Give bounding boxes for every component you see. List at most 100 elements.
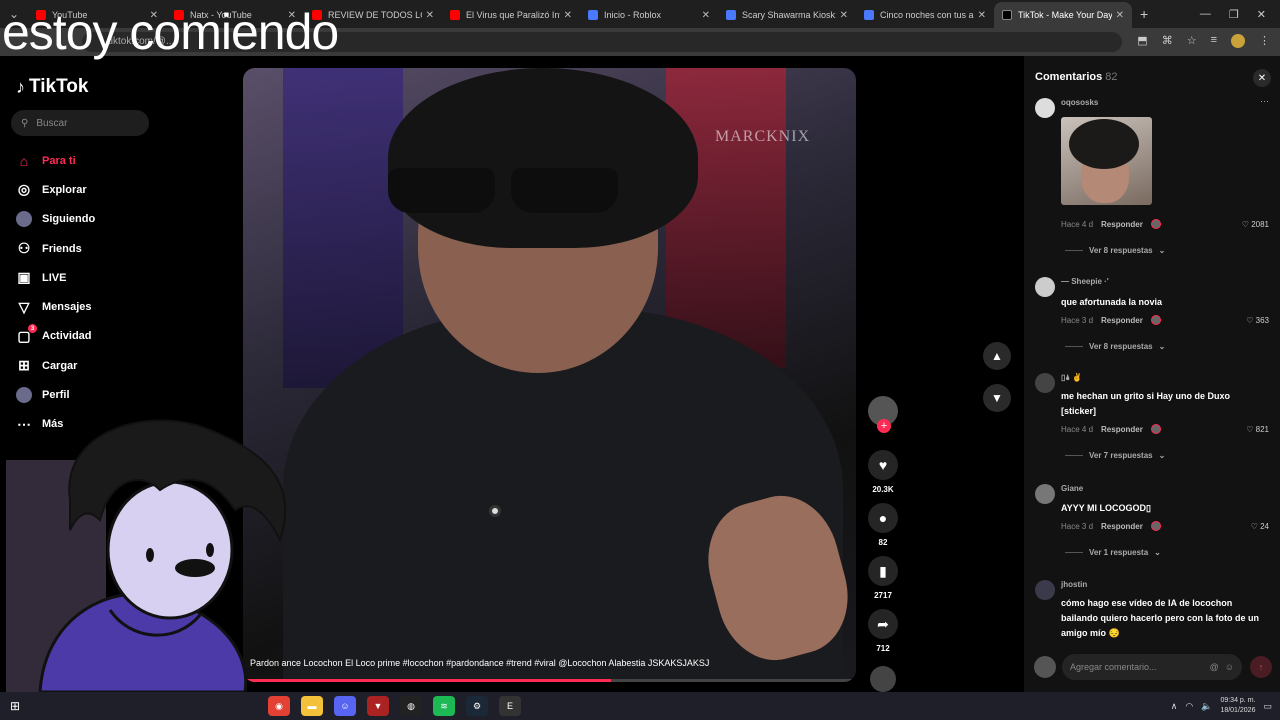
comment-input[interactable]: Agregar comentario... @ ☺ (1062, 654, 1242, 680)
sidebar-item-live[interactable]: ▣ LIVE (16, 263, 95, 292)
reply-button[interactable]: Responder (1101, 425, 1143, 434)
comment-icon: ● (878, 510, 888, 526)
video-progress-bar[interactable] (243, 679, 856, 682)
follow-plus-icon[interactable]: + (877, 419, 891, 433)
steam-icon[interactable]: ⚙ (466, 696, 488, 716)
comment-avatar[interactable] (1035, 580, 1055, 600)
browser-tab-6[interactable]: Cinco noches con tus am ✕ (856, 2, 994, 28)
reply-button[interactable]: Responder (1101, 316, 1143, 325)
epic-games-icon[interactable]: E (499, 696, 521, 716)
tiktok-note-icon: ♪ (16, 76, 25, 97)
comment-like-count: 2081 (1251, 219, 1269, 229)
spotify-icon[interactable]: ≋ (433, 696, 455, 716)
sidebar-item-perfil[interactable]: Perfil (16, 380, 95, 409)
comment-like-button[interactable]: ♡ 821 (1246, 425, 1269, 434)
app-icon[interactable]: ▼ (367, 696, 389, 716)
file-explorer-icon[interactable]: ▬ (301, 696, 323, 716)
send-comment-button[interactable]: ↑ (1250, 656, 1272, 678)
comment-username[interactable]: Giane (1061, 484, 1083, 493)
profile-avatar[interactable] (1231, 34, 1245, 48)
close-window-icon[interactable]: ✕ (1257, 8, 1266, 21)
previous-video-button[interactable]: ▲ (983, 342, 1011, 370)
reply-button[interactable]: Responder (1101, 220, 1143, 229)
comment-username[interactable]: oqososks (1061, 98, 1098, 107)
save-button[interactable]: ▮ (868, 556, 898, 586)
minimize-icon[interactable]: — (1200, 8, 1211, 21)
comment-time: Hace 3 d (1061, 521, 1094, 531)
video-player[interactable]: MARCKNIX Pardon ance Locochon El Loco pr… (243, 68, 856, 682)
emoji-icon[interactable]: ☺ (1225, 662, 1234, 672)
view-replies-button[interactable]: Ver 7 respuestas ⌄ (1065, 451, 1165, 460)
close-tab-icon[interactable]: ✕ (426, 10, 434, 21)
browser-tab-4[interactable]: Inicio - Roblox ✕ (580, 2, 718, 28)
maximize-icon[interactable]: ❐ (1229, 8, 1239, 21)
creator-reaction-avatar (1150, 219, 1161, 229)
mention-icon[interactable]: @ (1210, 662, 1219, 672)
menu-icon[interactable]: ⋮ (1259, 34, 1270, 48)
close-comments-button[interactable]: ✕ (1253, 69, 1271, 87)
discord-icon[interactable]: ☺ (334, 696, 356, 716)
like-button[interactable]: ♥ (868, 450, 898, 480)
comment-username[interactable]: jhostin (1061, 580, 1087, 589)
sidebar-item-explorar[interactable]: ◎ Explorar (16, 175, 95, 204)
comment-button[interactable]: ● (868, 503, 898, 533)
view-replies-button[interactable]: Ver 1 respuesta ⌄ (1065, 548, 1161, 557)
sidebar-item-para-ti[interactable]: ⌂ Para ti (16, 146, 95, 175)
comment-like-button[interactable]: ♡ 2081 (1242, 220, 1269, 229)
reply-button[interactable]: Responder (1101, 522, 1143, 531)
new-tab-button[interactable]: + (1140, 6, 1148, 22)
comment-like-button[interactable]: ♡ 24 (1251, 522, 1269, 531)
search-box[interactable]: ⚲ Buscar (11, 110, 149, 136)
sidebar-item-cargar[interactable]: ⊞ Cargar (16, 351, 95, 380)
comment-like-button[interactable]: ♡ 363 (1246, 316, 1269, 325)
install-icon[interactable]: ⬒ (1137, 34, 1147, 48)
wifi-icon[interactable]: ◠ (1185, 701, 1193, 712)
comment-avatar[interactable] (1035, 484, 1055, 504)
tiktok-logo[interactable]: ♪ TikTok (16, 76, 88, 98)
media-icon[interactable]: ≡ (1211, 34, 1217, 48)
comment-like-count: 821 (1255, 424, 1269, 434)
bookmark-star-icon[interactable]: ☆ (1187, 34, 1197, 48)
close-tab-icon[interactable]: ✕ (978, 10, 986, 21)
comment-avatar[interactable] (1035, 373, 1055, 393)
close-tab-icon[interactable]: ✕ (564, 10, 572, 21)
browser-tab-3[interactable]: El Virus que Paralizó Inter ✕ (442, 2, 580, 28)
sidebar-item-actividad[interactable]: ▢ 3 Actividad (16, 322, 95, 351)
browser-tab-7[interactable]: TikTok - Make Your Day ✕ (994, 2, 1132, 28)
translate-icon[interactable]: ⌘ (1162, 34, 1173, 48)
browser-tab-5[interactable]: Scary Shawarma Kiosk: th ✕ (718, 2, 856, 28)
sidebar-item-mensajes[interactable]: ▽ Mensajes (16, 292, 95, 321)
sidebar-item-label: Siguiendo (42, 213, 96, 226)
close-tab-icon[interactable]: ✕ (1116, 10, 1124, 21)
view-replies-button[interactable]: Ver 8 respuestas ⌄ (1065, 246, 1165, 255)
sidebar-item-siguiendo[interactable]: Siguiendo (16, 205, 95, 234)
stream-overlay-text: estoy comiendo (2, 4, 339, 60)
comment-time: Hace 4 d (1061, 424, 1094, 434)
volume-icon[interactable]: 🔈 (1201, 701, 1212, 712)
close-tab-icon[interactable]: ✕ (702, 10, 710, 21)
share-button[interactable]: ➦ (868, 609, 898, 639)
more-options-icon[interactable]: ⋯ (1260, 96, 1269, 107)
creator-avatar[interactable]: + (868, 396, 898, 433)
windows-start-icon[interactable]: ⊞ (0, 692, 30, 720)
chrome-icon[interactable]: ◉ (268, 696, 290, 716)
streamer-avatar-overlay (6, 419, 287, 692)
comment-avatar[interactable] (1035, 277, 1055, 297)
comment-image[interactable] (1061, 117, 1152, 205)
sidebar-item-friends[interactable]: ⚇ Friends (16, 234, 95, 263)
music-disc[interactable] (870, 666, 896, 692)
obs-icon[interactable]: ◍ (400, 696, 422, 716)
chevron-up-icon[interactable]: ∧ (1171, 701, 1178, 712)
clock[interactable]: 09:34 p. m. 18/01/2026 (1220, 696, 1255, 716)
action-rail: + ♥ 20.3K ● 82 ▮ 2717 ➦ 712 (866, 396, 900, 692)
comment-username[interactable]: ▯🌢 ✌ (1061, 373, 1082, 383)
taskbar-apps: ◉ ▬ ☺ ▼ ◍ ≋ ⚙ E (268, 696, 521, 716)
comment-avatar[interactable] (1035, 98, 1055, 118)
comment-username[interactable]: — Sheepie ·' (1061, 277, 1109, 286)
view-replies-button[interactable]: Ver 8 respuestas ⌄ (1065, 342, 1165, 351)
search-input[interactable]: Buscar (36, 118, 67, 129)
chevron-up-icon: ▲ (991, 349, 1003, 363)
close-tab-icon[interactable]: ✕ (840, 10, 848, 21)
next-video-button[interactable]: ▼ (983, 384, 1011, 412)
notification-icon[interactable]: ▭ (1263, 701, 1272, 712)
